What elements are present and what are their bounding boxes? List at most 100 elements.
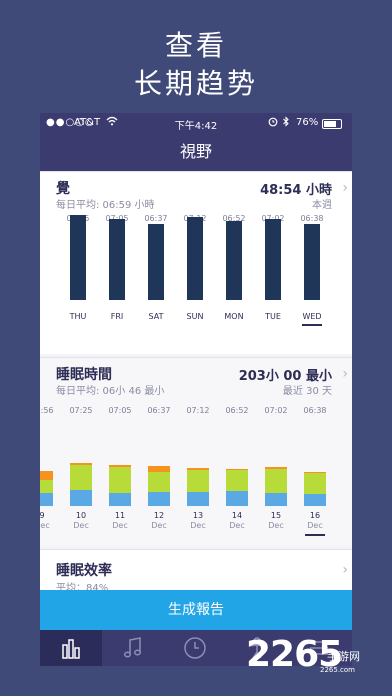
date-month: Dec: [268, 521, 284, 530]
sleep-card-period: 本週: [312, 200, 332, 211]
bar-time-label: 07:25: [69, 406, 93, 415]
bar-time-label: 06:38: [303, 406, 327, 415]
bar-time-label: 06:56: [40, 406, 54, 415]
sleep-bar: [70, 214, 86, 300]
battery-level: [324, 121, 336, 127]
date-day: 15: [270, 511, 282, 520]
sleep-bar: [304, 223, 320, 300]
awake-segment: [109, 465, 131, 468]
bar-time-label: 06:37: [144, 214, 168, 223]
tab-statistics[interactable]: [40, 630, 102, 666]
date-day: 16: [309, 511, 321, 520]
date-label: 12 Dec: [144, 511, 174, 531]
date-label: 11 Dec: [105, 511, 135, 531]
date-label: 16 Dec: [300, 511, 330, 531]
date-label: 13 Dec: [183, 511, 213, 531]
awake-segment: [265, 467, 287, 469]
light-sleep-segment: [148, 471, 170, 492]
day-label: THU: [69, 312, 87, 321]
day-label: TUE: [265, 312, 281, 321]
phone-screen: ●●○○○ AT&T 下午4:42 76% 視野 覺 每日平均: 06:59 小…: [40, 113, 352, 666]
bar-time-label: 06:52: [225, 406, 249, 415]
light-sleep-segment: [70, 465, 92, 490]
deep-sleep-segment: [187, 491, 209, 506]
chevron-right-icon[interactable]: ›: [342, 180, 348, 196]
bar-time-label: 06:37: [147, 406, 171, 415]
awake-segment: [187, 468, 209, 470]
sleep-bar: [187, 217, 203, 300]
sleep-bar: [265, 219, 281, 300]
date-month: Dec: [229, 521, 245, 530]
date-day: 12: [153, 511, 165, 520]
awake-segment: [40, 470, 53, 481]
sleep-bar: [148, 223, 164, 300]
date-month: Dec: [40, 521, 50, 530]
day-label: WED: [302, 312, 322, 321]
sleep-bar: [109, 218, 125, 300]
generate-report-button[interactable]: 生成報告: [40, 590, 352, 630]
awake-segment: [304, 471, 326, 473]
status-bar: ●●○○○ AT&T 下午4:42 76%: [40, 113, 352, 133]
date-month: Dec: [151, 521, 167, 530]
light-sleep-segment: [109, 467, 131, 493]
nav-title: 視野: [40, 133, 352, 171]
light-sleep-segment: [304, 472, 326, 494]
bar-time-label: 07:02: [264, 406, 288, 415]
date-label: 9Dec: [40, 511, 57, 531]
awake-segment: [226, 468, 248, 470]
light-sleep-segment: [226, 469, 248, 491]
watermark-sub: 手游网: [327, 650, 360, 663]
deep-sleep-segment: [109, 492, 131, 506]
tab-music[interactable]: [102, 630, 164, 666]
selected-day-indicator: [302, 324, 322, 326]
awake-segment: [148, 466, 170, 472]
bluetooth-icon: [282, 116, 290, 130]
date-month: Dec: [307, 521, 323, 530]
battery-percent: 76%: [296, 117, 319, 128]
awake-segment: [70, 463, 92, 466]
date-day: 9: [40, 511, 45, 520]
deep-sleep-segment: [304, 493, 326, 506]
sleep-time-period: 最近 30 天: [282, 386, 332, 397]
date-day: 14: [231, 511, 243, 520]
date-label: 10 Dec: [66, 511, 96, 531]
date-month: Dec: [112, 521, 128, 530]
light-sleep-segment: [265, 468, 287, 493]
battery-icon: [322, 119, 342, 129]
date-day: 11: [114, 511, 126, 520]
day-label: FRI: [110, 312, 124, 321]
bar-time-label: 06:38: [300, 214, 324, 223]
chevron-right-icon[interactable]: ›: [342, 562, 348, 578]
sleep-time-card[interactable]: 睡眠時間 每日平均: 06小 46 最小 203小 00 最小 最近 30 天 …: [40, 357, 352, 546]
deep-sleep-segment: [265, 492, 287, 506]
bar-time-label: 07:05: [108, 406, 132, 415]
sleep-card-title: 覺: [56, 181, 70, 197]
deep-sleep-segment: [226, 490, 248, 506]
sleep-card-subtitle: 每日平均: 06:59 小時: [56, 200, 155, 211]
day-label: SAT: [148, 312, 164, 321]
selected-date-indicator: [305, 534, 325, 536]
sleep-time-subtitle: 每日平均: 06小 46 最小: [56, 386, 165, 397]
sleep-efficiency-title: 睡眠效率: [56, 563, 112, 579]
day-label: SUN: [186, 312, 204, 321]
date-month: Dec: [73, 521, 89, 530]
sleep-time-title: 睡眠時間: [56, 367, 112, 383]
deep-sleep-segment: [40, 492, 53, 506]
sleep-card[interactable]: 覺 每日平均: 06:59 小時 48:54 小時 本週 › 07:25THU0…: [40, 171, 352, 354]
deep-sleep-segment: [70, 489, 92, 506]
alarm-icon: [268, 116, 278, 130]
light-sleep-segment: [40, 480, 53, 493]
date-day: 13: [192, 511, 204, 520]
deep-sleep-segment: [148, 491, 170, 506]
date-day: 10: [75, 511, 87, 520]
date-label: 15 Dec: [261, 511, 291, 531]
date-month: Dec: [190, 521, 206, 530]
bar-time-label: 07:12: [186, 406, 210, 415]
light-sleep-segment: [187, 469, 209, 492]
sleep-bar: [226, 220, 242, 300]
date-label: 14 Dec: [222, 511, 252, 531]
watermark-url: 2265.com: [320, 666, 355, 674]
chevron-right-icon[interactable]: ›: [342, 366, 348, 382]
day-label: MON: [224, 312, 244, 321]
tab-clock[interactable]: [164, 630, 226, 666]
